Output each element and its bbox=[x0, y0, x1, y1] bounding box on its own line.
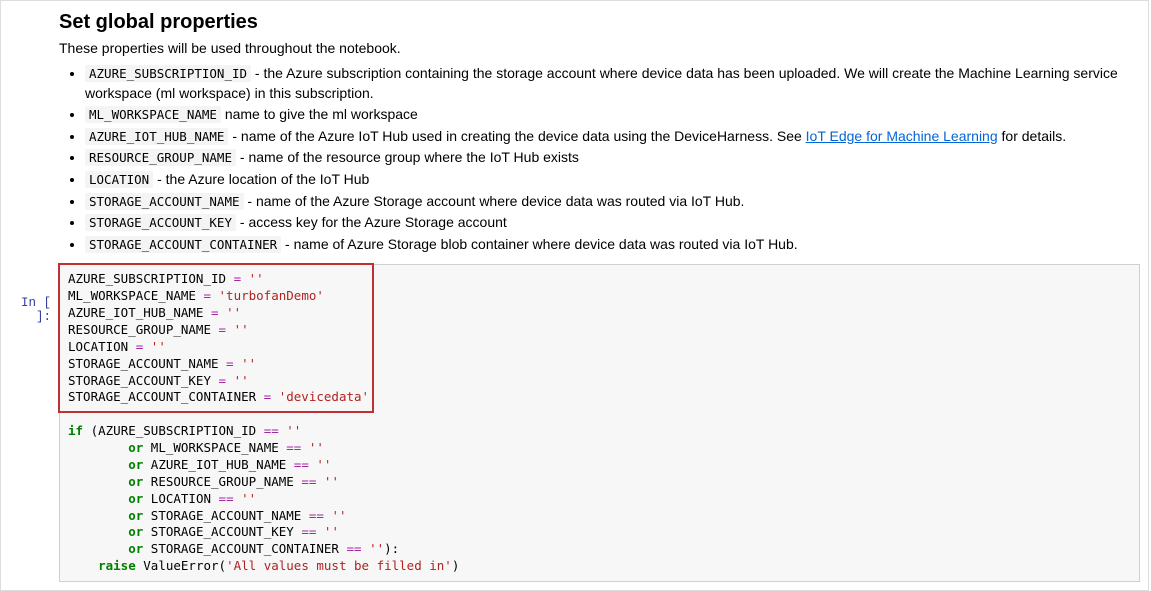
code-input-area[interactable]: AZURE_SUBSCRIPTION_ID = '' ML_WORKSPACE_… bbox=[59, 264, 1140, 582]
intro-text: These properties will be used throughout… bbox=[59, 40, 1140, 56]
code-token: STORAGE_ACCOUNT_CONTAINER bbox=[85, 236, 281, 253]
code-token: ML_WORKSPACE_NAME bbox=[85, 106, 221, 123]
code-token: STORAGE_ACCOUNT_KEY bbox=[85, 214, 236, 231]
code-content: AZURE_SUBSCRIPTION_ID = '' ML_WORKSPACE_… bbox=[60, 265, 1139, 581]
code-token: RESOURCE_GROUP_NAME bbox=[85, 149, 236, 166]
section-heading: Set global properties bbox=[59, 11, 1140, 34]
code-token: AZURE_IOT_HUB_NAME bbox=[85, 128, 228, 145]
markdown-cell: Set global properties These properties w… bbox=[1, 11, 1148, 264]
list-item: STORAGE_ACCOUNT_KEY - access key for the… bbox=[85, 213, 1140, 233]
list-item: AZURE_IOT_HUB_NAME - name of the Azure I… bbox=[85, 127, 1140, 147]
code-token: STORAGE_ACCOUNT_NAME bbox=[85, 193, 244, 210]
iot-edge-link[interactable]: IoT Edge for Machine Learning bbox=[806, 128, 998, 144]
code-token: LOCATION bbox=[85, 171, 153, 188]
list-item: LOCATION - the Azure location of the IoT… bbox=[85, 170, 1140, 190]
list-item: RESOURCE_GROUP_NAME - name of the resour… bbox=[85, 148, 1140, 168]
list-item: STORAGE_ACCOUNT_CONTAINER - name of Azur… bbox=[85, 235, 1140, 255]
list-item: ML_WORKSPACE_NAME name to give the ml wo… bbox=[85, 105, 1140, 125]
property-list: AZURE_SUBSCRIPTION_ID - the Azure subscr… bbox=[59, 64, 1140, 254]
list-item: AZURE_SUBSCRIPTION_ID - the Azure subscr… bbox=[85, 64, 1140, 103]
code-token: AZURE_SUBSCRIPTION_ID bbox=[85, 65, 251, 82]
code-cell: In [ ]: AZURE_SUBSCRIPTION_ID = '' ML_WO… bbox=[1, 264, 1148, 590]
input-prompt: In [ ]: bbox=[1, 264, 59, 590]
list-item: STORAGE_ACCOUNT_NAME - name of the Azure… bbox=[85, 192, 1140, 212]
notebook-container: Set global properties These properties w… bbox=[0, 0, 1149, 591]
